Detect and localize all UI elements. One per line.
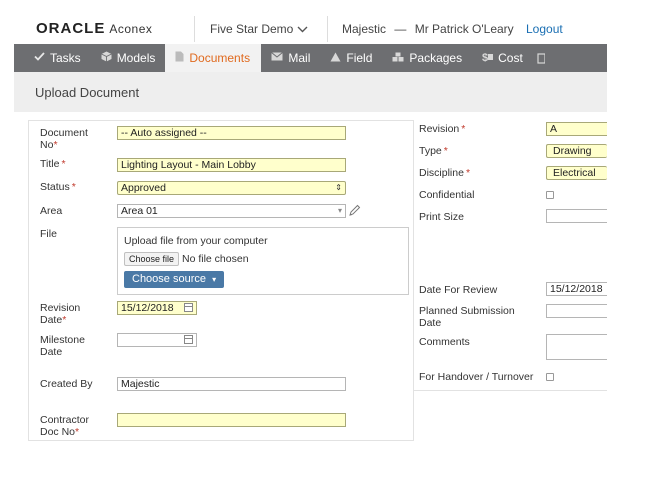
revision-date-label: Revision Date* xyxy=(40,302,81,326)
upload-instructions: Upload file from your computer xyxy=(124,235,268,247)
header-divider xyxy=(327,16,328,42)
no-file-text: No file chosen xyxy=(182,253,249,265)
nav-label: Tasks xyxy=(50,51,81,65)
nav-label: Mail xyxy=(288,51,311,65)
header-divider xyxy=(194,16,195,42)
file-upload-box: Upload file from your computer Choose fi… xyxy=(117,227,409,295)
top-bar: ORACLE Aconex Five Star Demo Majestic — M… xyxy=(0,0,607,44)
required-marker: * xyxy=(75,426,80,438)
logo-aconex-text: Aconex xyxy=(109,22,153,36)
cost-icon: $ xyxy=(482,51,494,65)
user-separator: — xyxy=(394,22,407,36)
created-by-field[interactable]: Majestic xyxy=(117,377,346,391)
packages-icon xyxy=(392,52,404,65)
contractor-doc-no-label: Contractor Doc No* xyxy=(40,414,90,438)
nav-overflow-icon[interactable] xyxy=(533,44,549,72)
required-marker: * xyxy=(461,123,466,135)
chevron-down-icon xyxy=(297,25,308,36)
discipline-label: Discipline * xyxy=(419,167,471,179)
required-marker: * xyxy=(61,158,66,170)
date-for-review-field[interactable]: 15/12/2018 xyxy=(546,282,607,296)
nav-tab-mail[interactable]: Mail xyxy=(261,44,320,72)
select-arrows-icon: ⇕ xyxy=(335,183,342,192)
created-by-label: Created By xyxy=(40,378,93,390)
confidential-checkbox[interactable] xyxy=(546,191,554,199)
cube-icon xyxy=(100,51,112,65)
confidential-label: Confidential xyxy=(419,189,475,201)
logo-oracle-text: ORACLE xyxy=(36,20,106,37)
choose-file-button[interactable]: Choose file xyxy=(124,252,180,266)
milestone-date-field[interactable] xyxy=(117,333,197,347)
contractor-doc-no-field[interactable] xyxy=(117,413,346,427)
choose-source-button[interactable]: Choose source ▾ xyxy=(124,271,225,288)
nav-tab-documents[interactable]: Documents xyxy=(165,44,262,72)
check-icon xyxy=(34,52,45,64)
area-select[interactable]: Area 01 ▾ xyxy=(117,204,346,218)
logout-link[interactable]: Logout xyxy=(526,22,563,36)
org-name: Majestic xyxy=(342,22,387,36)
user-name: Mr Patrick O'Leary xyxy=(414,22,514,36)
required-marker: * xyxy=(53,139,58,151)
nav-tab-tasks[interactable]: Tasks xyxy=(14,44,91,72)
page-header: Upload Document xyxy=(14,72,607,112)
milestone-date-label: Milestone Date xyxy=(40,334,85,358)
nav-tab-models[interactable]: Models xyxy=(91,44,166,72)
handover-label: For Handover / Turnover xyxy=(419,371,534,383)
nav-label: Documents xyxy=(189,51,251,65)
status-label: Status * xyxy=(40,181,76,193)
title-field[interactable]: Lighting Layout - Main Lobby xyxy=(117,158,346,172)
date-for-review-label: Date For Review xyxy=(419,284,498,296)
user-info: Majestic — Mr Patrick O'Leary xyxy=(342,22,514,36)
required-marker: * xyxy=(443,145,448,157)
caret-down-icon: ▾ xyxy=(212,275,217,284)
status-select[interactable]: Approved ⇕ xyxy=(117,181,346,195)
document-no-field[interactable]: -- Auto assigned -- xyxy=(117,126,346,140)
document-icon xyxy=(175,51,184,65)
oracle-aconex-logo[interactable]: ORACLE Aconex xyxy=(36,20,152,37)
planned-submission-date-field[interactable] xyxy=(546,304,607,318)
type-select[interactable]: Drawing xyxy=(546,144,607,158)
required-marker: * xyxy=(62,314,67,326)
revision-field[interactable]: A xyxy=(546,122,607,136)
revision-date-value: 15/12/2018 xyxy=(121,302,174,314)
nav-tab-packages[interactable]: Packages xyxy=(382,44,472,72)
planned-submission-date-label: Planned Submission Date xyxy=(419,305,515,329)
svg-text:$: $ xyxy=(482,52,488,62)
edit-pencil-icon[interactable] xyxy=(349,204,361,219)
nav-label: Cost xyxy=(498,51,523,65)
nav-label: Field xyxy=(346,51,373,65)
required-marker: * xyxy=(465,167,471,179)
document-no-label: Document No* xyxy=(40,127,88,151)
nav-label: Packages xyxy=(409,51,463,65)
mail-icon xyxy=(271,52,284,64)
caret-down-icon: ▾ xyxy=(337,206,342,215)
nav-tab-cost[interactable]: $ Cost xyxy=(472,44,533,72)
calendar-icon[interactable] xyxy=(184,303,193,312)
print-size-label: Print Size xyxy=(419,211,464,223)
choose-source-label: Choose source xyxy=(132,273,206,285)
nav-tab-field[interactable]: Field xyxy=(320,44,382,72)
area-value: Area 01 xyxy=(121,205,158,217)
calendar-icon[interactable] xyxy=(184,335,193,344)
nav-label: Models xyxy=(116,51,156,65)
project-selector[interactable]: Five Star Demo xyxy=(210,22,308,36)
discipline-select[interactable]: Electrical xyxy=(546,166,607,180)
main-nav: Tasks Models Documents Mail Field Packag… xyxy=(14,44,607,72)
field-icon xyxy=(330,52,341,65)
page-title: Upload Document xyxy=(35,85,140,100)
type-label: Type * xyxy=(419,145,448,157)
handover-checkbox[interactable] xyxy=(546,373,554,381)
file-label: File xyxy=(40,228,57,240)
required-marker: * xyxy=(71,181,76,193)
print-size-field[interactable] xyxy=(546,209,607,223)
comments-textarea[interactable] xyxy=(546,334,607,360)
area-label: Area xyxy=(40,205,63,217)
title-label: Title * xyxy=(40,158,66,170)
project-name: Five Star Demo xyxy=(210,22,294,36)
status-value: Approved xyxy=(121,182,166,194)
revision-label: Revision * xyxy=(419,123,466,135)
revision-date-field[interactable]: 15/12/2018 xyxy=(117,301,197,315)
comments-label: Comments xyxy=(419,336,470,348)
